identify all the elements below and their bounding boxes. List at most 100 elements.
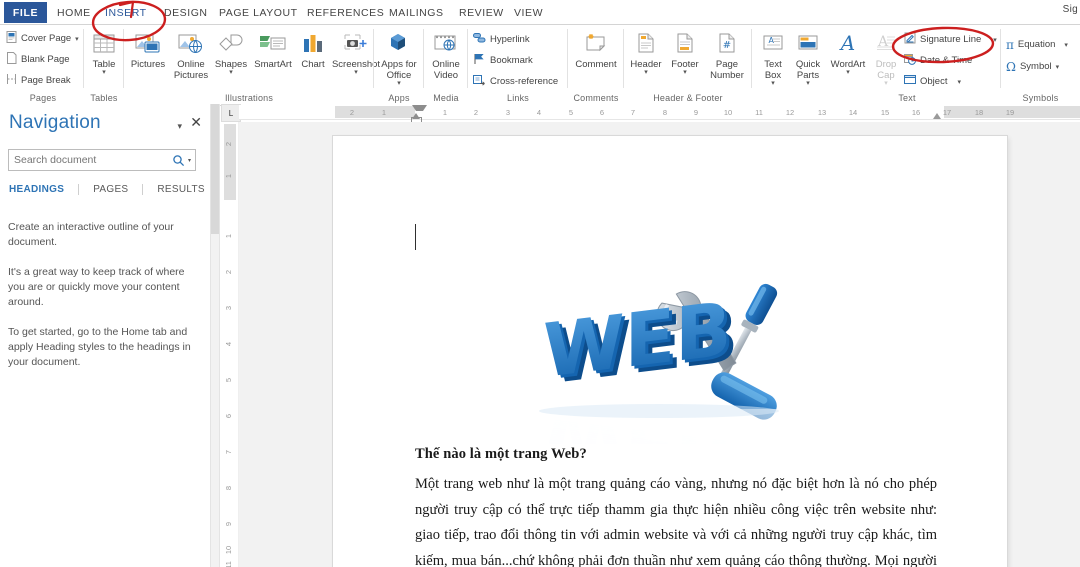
cross-reference-icon <box>473 74 486 89</box>
tab-design[interactable]: DESIGN <box>157 2 215 23</box>
shapes-icon <box>217 27 245 57</box>
chevron-down-icon[interactable]: ▾ <box>846 69 850 76</box>
nav-tab-headings[interactable]: HEADINGS <box>9 184 78 195</box>
ruler-tick: 2 <box>224 141 233 147</box>
ruler-tick: 11 <box>755 108 763 117</box>
online-video-button[interactable]: Online Video <box>426 27 466 81</box>
svg-text:A: A <box>769 36 775 45</box>
search-document-box[interactable]: ▾ <box>8 149 196 171</box>
chevron-down-icon[interactable]: ▾ <box>993 36 997 44</box>
navigation-scrollbar[interactable] <box>210 104 220 567</box>
svg-text:A: A <box>839 31 855 55</box>
tab-insert[interactable]: INSERT <box>98 2 154 23</box>
divider <box>142 184 144 195</box>
horizontal-ruler[interactable]: 2 1 1 2 3 4 5 6 7 8 9 10 11 12 13 14 15 … <box>239 105 1080 123</box>
chevron-down-icon[interactable]: ▾ <box>102 69 106 76</box>
drop-cap-button[interactable]: A Drop Cap ▾ <box>870 27 902 87</box>
cross-reference-label: Cross-reference <box>490 75 559 87</box>
signature-line-button[interactable]: Signature Line ▾ <box>904 32 997 47</box>
chevron-down-icon[interactable]: ▾ <box>177 121 182 132</box>
tab-references[interactable]: REFERENCES <box>300 2 391 23</box>
hyperlink-icon <box>473 32 486 47</box>
object-button[interactable]: Object ▾ <box>904 74 961 89</box>
chevron-down-icon[interactable]: ▾ <box>1064 41 1068 49</box>
page-break-button[interactable]: Page Break <box>6 73 71 88</box>
table-button[interactable]: Table ▾ <box>86 27 122 76</box>
tab-view[interactable]: VIEW <box>507 2 550 23</box>
document-paragraph: Một trang web như là một trang quảng cáo… <box>415 476 937 567</box>
bookmark-label: Bookmark <box>490 54 533 66</box>
screenshot-icon <box>341 27 371 57</box>
document-canvas[interactable]: WEB WEB WEB WEB Thế nào là một trang <box>239 122 1080 567</box>
object-icon <box>904 74 916 89</box>
bookmark-button[interactable]: Bookmark <box>473 53 533 68</box>
online-pictures-button[interactable]: Online Pictures <box>170 27 212 81</box>
chevron-down-icon[interactable]: ▾ <box>806 80 810 87</box>
ruler-tick: 7 <box>224 449 233 455</box>
cover-page-label: Cover Page <box>21 32 72 44</box>
chevron-down-icon[interactable]: ▾ <box>75 35 79 43</box>
cross-reference-button[interactable]: Cross-reference <box>473 74 558 89</box>
ribbon-group-comments: Comment Comments <box>568 25 624 104</box>
sign-in-label[interactable]: Sig <box>1063 4 1078 15</box>
ribbon-group-symbols: π Equation ▾ Ω Symbol ▾ Symbols <box>1001 25 1080 104</box>
document-heading: Thế nào là một trang Web? <box>415 446 587 462</box>
pictures-button[interactable]: Pictures <box>126 27 170 70</box>
apps-for-office-button[interactable]: Apps for Office ▾ <box>376 27 422 87</box>
tab-stop-selector[interactable]: L <box>221 104 241 122</box>
drop-cap-icon: A <box>874 27 898 57</box>
tab-home[interactable]: HOME <box>50 2 98 23</box>
tab-page-layout[interactable]: PAGE LAYOUT <box>212 2 305 23</box>
document-body-text[interactable]: Thế nào là một trang Web? Một trang web … <box>415 446 937 567</box>
ruler-tick: 8 <box>662 108 668 117</box>
page-number-button[interactable]: # Page Number <box>704 27 750 81</box>
symbol-button[interactable]: Ω Symbol ▾ <box>1006 59 1059 74</box>
ribbon-group-header-footer: Header ▾ Footer ▾ # Page Number Header &… <box>624 25 752 104</box>
tab-file[interactable]: FILE <box>4 2 47 23</box>
shapes-button[interactable]: Shapes ▾ <box>212 27 250 76</box>
chart-button[interactable]: Chart <box>296 27 330 70</box>
tab-mailings[interactable]: MAILINGS <box>382 2 451 23</box>
equation-button[interactable]: π Equation ▾ <box>1006 37 1068 52</box>
symbol-label: Symbol <box>1019 60 1052 72</box>
document-image-web-graphic[interactable]: WEB WEB WEB WEB <box>519 269 809 444</box>
chevron-down-icon[interactable]: ▾ <box>683 69 687 76</box>
chevron-down-icon[interactable]: ▾ <box>884 80 888 87</box>
search-icon[interactable] <box>172 154 185 167</box>
chevron-down-icon[interactable]: ▾ <box>229 69 233 76</box>
smartart-button[interactable]: SmartArt <box>250 27 296 70</box>
header-button[interactable]: Header ▾ <box>626 27 666 76</box>
signature-line-label: Signature Line <box>920 33 982 45</box>
chevron-down-icon[interactable]: ▾ <box>771 80 775 87</box>
ribbon-group-tables: Table ▾ Tables <box>84 25 124 104</box>
search-options-chevron-icon[interactable]: ▾ <box>188 157 191 164</box>
quick-parts-button[interactable]: Quick Parts ▾ <box>790 27 826 87</box>
ruler-tick: 3 <box>505 108 511 117</box>
document-page[interactable]: WEB WEB WEB WEB Thế nào là một trang <box>333 136 1007 567</box>
tab-review[interactable]: REVIEW <box>452 2 511 23</box>
date-time-button[interactable]: Date & Time <box>904 53 972 68</box>
ruler-tick: 5 <box>568 108 574 117</box>
cover-page-button[interactable]: Cover Page ▾ <box>6 31 79 46</box>
blank-page-button[interactable]: Blank Page <box>6 52 70 67</box>
chevron-down-icon[interactable]: ▾ <box>397 80 401 87</box>
comment-button[interactable]: Comment <box>571 27 621 70</box>
wordart-button[interactable]: A WordArt ▾ <box>826 27 870 76</box>
vertical-ruler[interactable]: 2 1 1 2 3 4 5 6 7 8 9 10 11 <box>222 122 239 567</box>
footer-button[interactable]: Footer ▾ <box>666 27 704 76</box>
chevron-down-icon[interactable]: ▾ <box>354 69 358 76</box>
page-number-icon: # <box>715 27 739 57</box>
group-label-tables: Tables <box>90 93 118 103</box>
chart-label: Chart <box>301 59 325 70</box>
chevron-down-icon[interactable]: ▾ <box>957 78 961 86</box>
scrollbar-thumb[interactable] <box>211 104 219 234</box>
right-indent-marker[interactable] <box>933 113 941 119</box>
chevron-down-icon[interactable]: ▾ <box>1056 63 1060 71</box>
search-input[interactable] <box>9 150 164 170</box>
close-icon[interactable]: ✕ <box>190 115 202 129</box>
nav-tab-pages[interactable]: PAGES <box>93 184 142 195</box>
pictures-label: Pictures <box>130 59 166 70</box>
hyperlink-button[interactable]: Hyperlink <box>473 32 530 47</box>
text-box-button[interactable]: A Text Box ▾ <box>756 27 790 87</box>
chevron-down-icon[interactable]: ▾ <box>644 69 648 76</box>
